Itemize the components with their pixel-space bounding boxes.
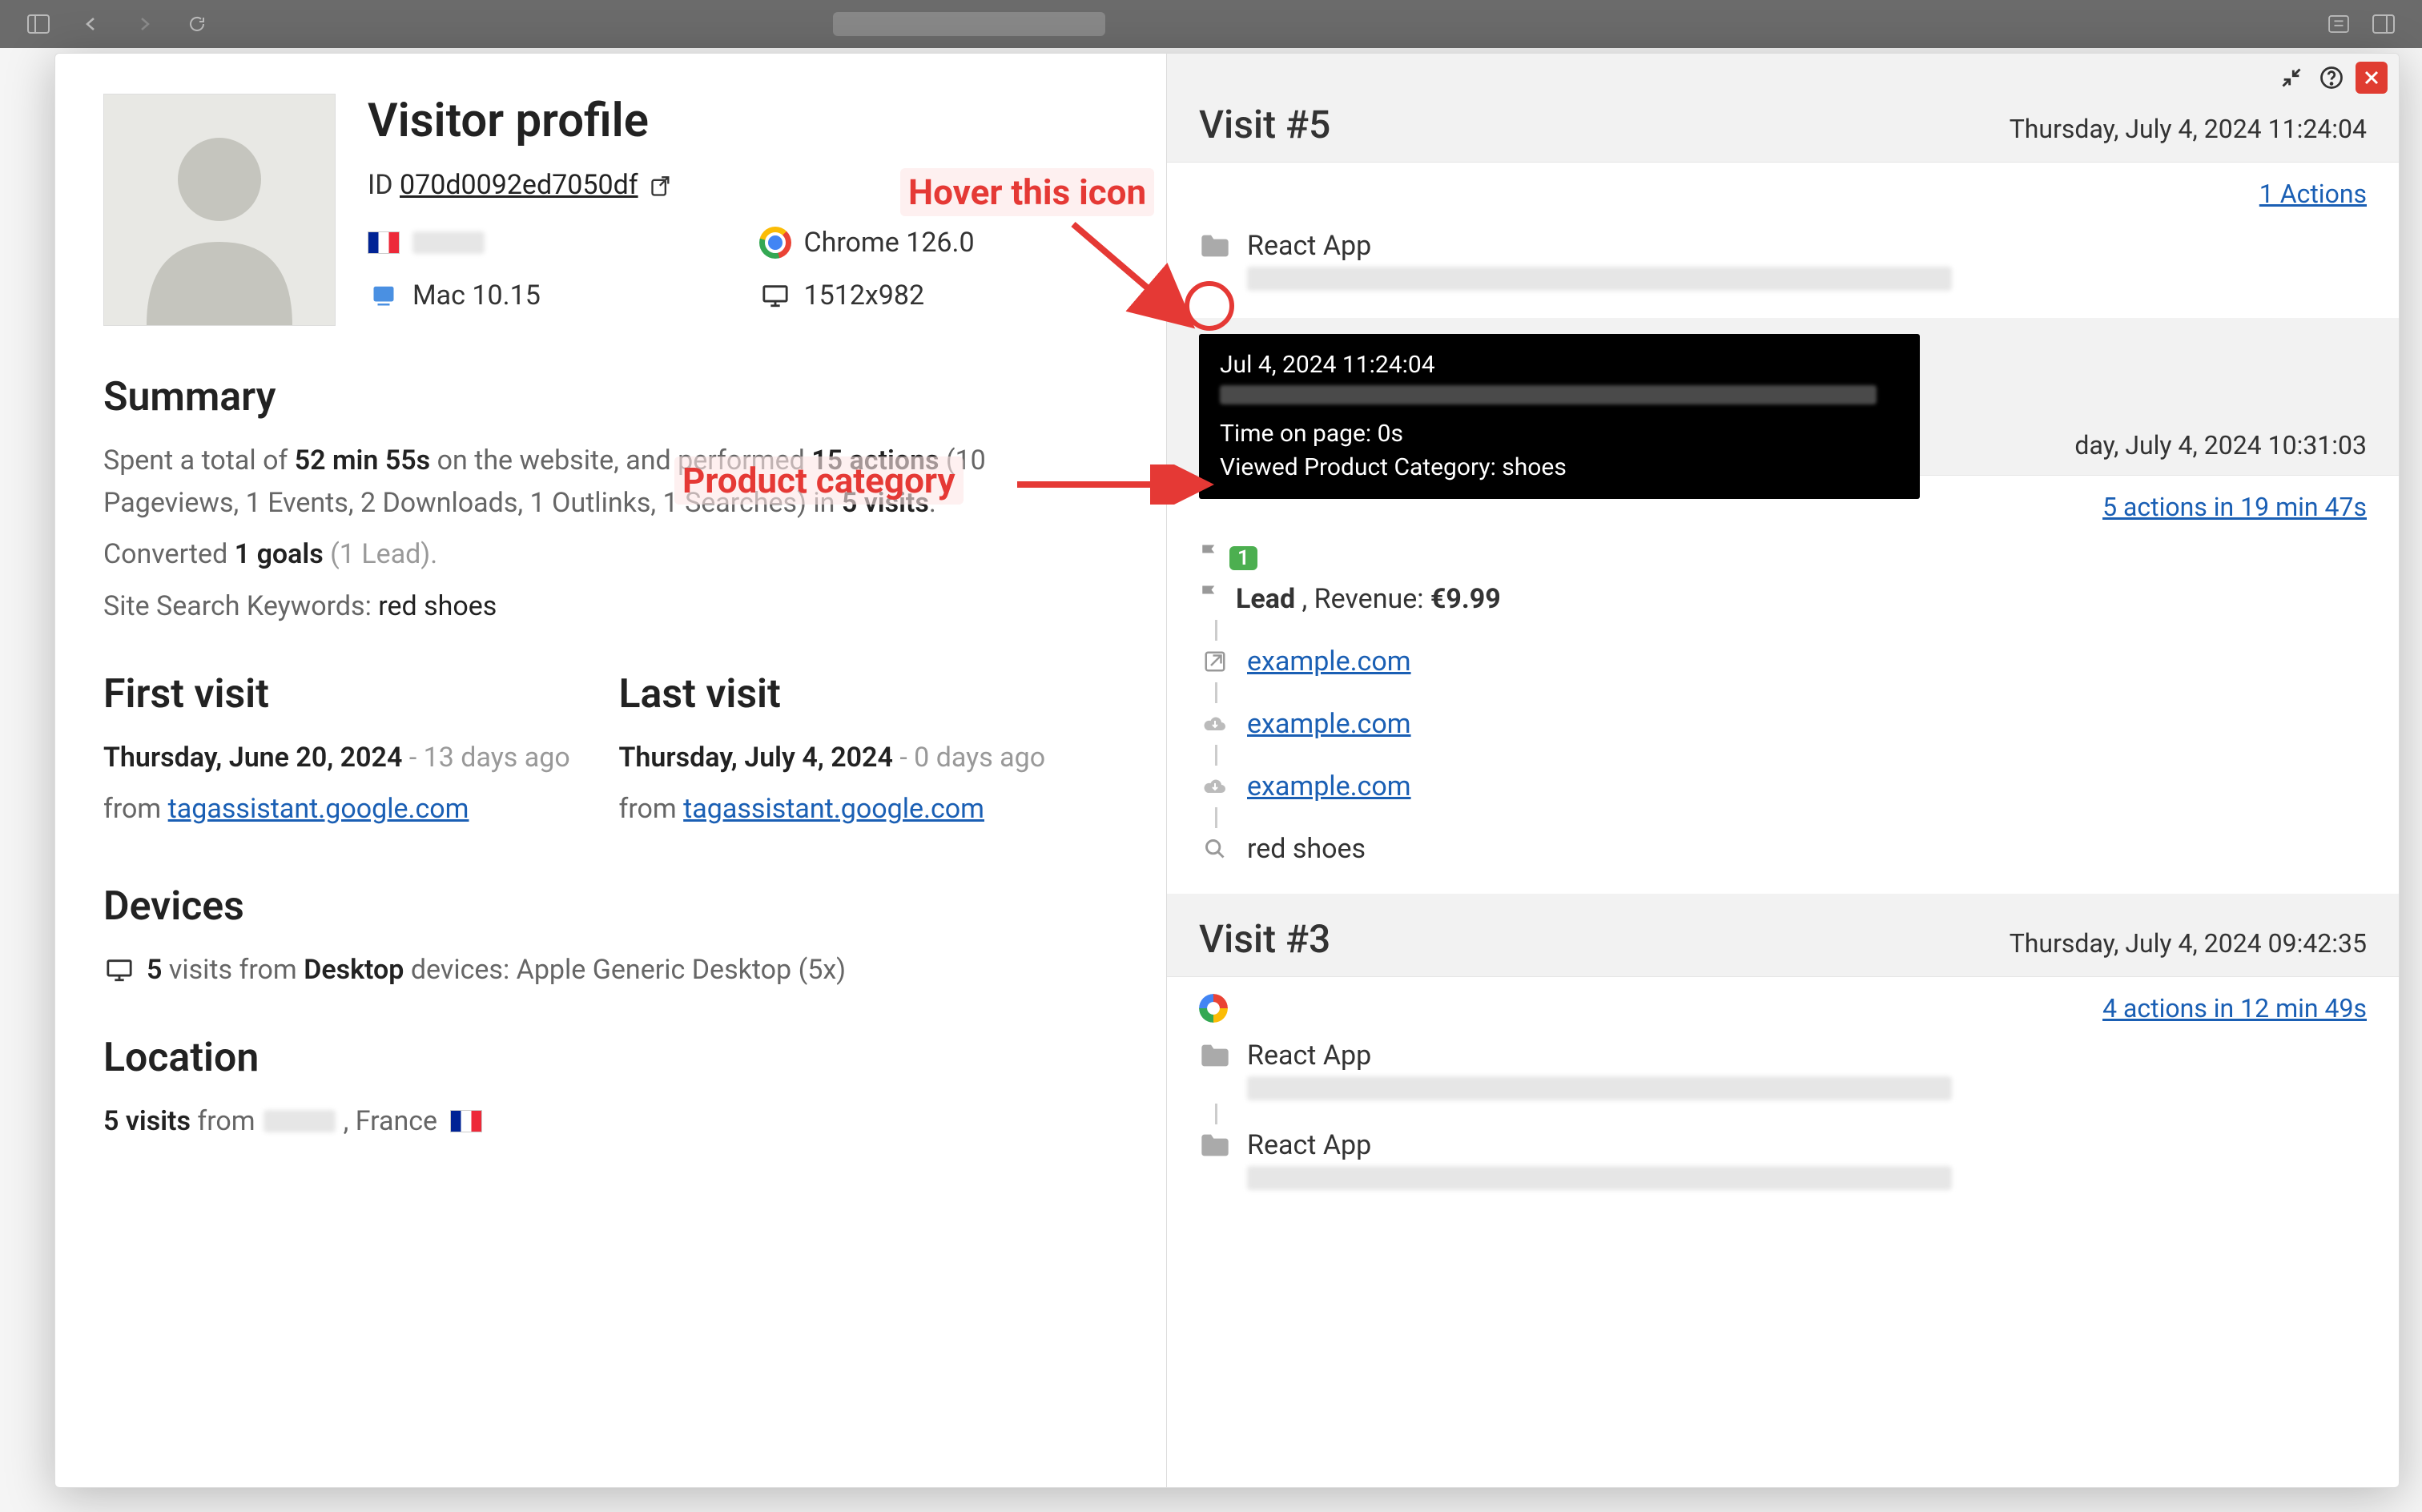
page-title: Visitor profile — [368, 94, 1118, 148]
annotation-arrow-2 — [1009, 464, 1217, 505]
google-icon — [1199, 994, 1228, 1023]
collapse-icon[interactable] — [2275, 62, 2307, 94]
download-link-2[interactable]: example.com — [1247, 770, 1411, 802]
share-icon[interactable] — [2324, 10, 2353, 38]
page-name: React App — [1247, 1129, 1371, 1161]
download-icon — [1199, 708, 1231, 740]
os-label: Mac 10.15 — [412, 279, 541, 312]
action-pageview: React App — [1199, 225, 2367, 267]
visitor-profile-modal: Visitor profile ID 070d0092ed7050df — [54, 53, 2400, 1488]
page-name: React App — [1247, 1040, 1371, 1072]
monitor-icon — [759, 279, 791, 312]
os-meta: Mac 10.15 — [368, 279, 727, 312]
id-label: ID — [368, 169, 393, 201]
goal-count-badge: 1 — [1229, 546, 1257, 570]
visit-3-time: Thursday, July 4, 2024 09:42:35 — [2010, 928, 2367, 959]
annotation-hover: Hover this icon — [900, 168, 1154, 216]
tooltip: Jul 4, 2024 11:24:04 Time on page: 0s Vi… — [1199, 334, 1920, 499]
flag-france-icon — [450, 1110, 482, 1132]
avatar — [103, 94, 336, 326]
flag-goal-icon — [1199, 543, 1220, 573]
mac-icon — [368, 279, 400, 312]
visit-5-actions-link[interactable]: 1 Actions — [2259, 179, 2367, 209]
last-visit-date: Thursday, July 4, 2024 - 0 days ago — [619, 737, 1119, 779]
visitor-id-link[interactable]: 070d0092ed7050df — [400, 169, 638, 201]
back-icon[interactable] — [77, 10, 106, 38]
forward-icon[interactable] — [130, 10, 159, 38]
browser-label: Chrome 126.0 — [804, 227, 975, 259]
visit-5-title: Visit #5 — [1199, 102, 1330, 147]
visit-5-time: Thursday, July 4, 2024 11:24:04 — [2010, 114, 2367, 144]
lead-row: Lead , Revenue: €9.99 — [1199, 578, 2367, 620]
chrome-icon — [759, 227, 791, 259]
browser-toolbar — [0, 0, 2422, 48]
tooltip-product-category: Viewed Product Category: shoes — [1220, 451, 1899, 485]
tooltip-timestamp: Jul 4, 2024 11:24:04 — [1220, 348, 1899, 382]
location-heading: Location — [103, 1035, 1118, 1081]
sidebar-toggle-icon[interactable] — [24, 10, 53, 38]
visit-4-actions-link[interactable]: 5 actions in 19 min 47s — [2102, 492, 2367, 522]
visit-3-header: Visit #3 Thursday, July 4, 2024 09:42:35 — [1167, 894, 2399, 977]
annotation-arrow-1 — [1057, 208, 1217, 344]
summary-text: Spent a total of 52 min 55s on the websi… — [103, 440, 1118, 524]
page-name: React App — [1247, 230, 1371, 262]
last-visit-heading: Last visit — [619, 671, 1119, 718]
summary-goals: Converted 1 goals (1 Lead). — [103, 533, 1118, 576]
country-meta — [368, 227, 727, 259]
tooltip-time-on-page: Time on page: 0s — [1220, 417, 1899, 451]
resolution-label: 1512x982 — [804, 279, 925, 312]
first-visit-heading: First visit — [103, 671, 603, 718]
download-row: example.com — [1199, 703, 2367, 745]
download-row-2: example.com — [1199, 766, 2367, 807]
last-visit-referrer-link[interactable]: tagassistant.google.com — [683, 793, 984, 825]
search-term: red shoes — [1247, 833, 1366, 865]
annotation-category: Product category — [674, 456, 964, 505]
summary-heading: Summary — [103, 374, 1118, 420]
monitor-icon — [103, 954, 135, 986]
outlink-icon — [1199, 645, 1231, 678]
action-pageview-2: React App — [1199, 1124, 2367, 1166]
action-pageview: React App — [1199, 1035, 2367, 1076]
devices-text: 5 visits from Desktop devices: Apple Gen… — [103, 949, 1118, 991]
folder-icon — [1199, 1129, 1231, 1161]
search-icon — [1199, 833, 1231, 865]
goal-row: 1 — [1199, 538, 2367, 578]
outlink-row: example.com — [1199, 641, 2367, 682]
close-icon[interactable] — [2356, 62, 2388, 94]
export-icon[interactable] — [645, 171, 677, 203]
visit-4-time: day, July 4, 2024 10:31:03 — [2074, 430, 2367, 460]
devices-heading: Devices — [103, 883, 1118, 930]
outlink-link[interactable]: example.com — [1247, 645, 1411, 678]
first-visit-date: Thursday, June 20, 2024 - 13 days ago — [103, 737, 603, 779]
location-text: 5 visits from , France — [103, 1100, 1118, 1143]
first-visit-referrer: from tagassistant.google.com — [103, 788, 603, 830]
visit-5-header: Visit #5 Thursday, July 4, 2024 11:24:04 — [1167, 54, 2399, 163]
summary-keywords: Site Search Keywords: red shoes — [103, 585, 1118, 628]
last-visit-referrer: from tagassistant.google.com — [619, 788, 1119, 830]
folder-icon — [1199, 1040, 1231, 1072]
download-link[interactable]: example.com — [1247, 708, 1411, 740]
help-icon[interactable] — [2315, 62, 2348, 94]
flag-icon — [1199, 584, 1220, 614]
url-bar[interactable] — [833, 12, 1105, 36]
visit-3-actions-link[interactable]: 4 actions in 12 min 49s — [2102, 993, 2367, 1023]
search-row: red shoes — [1199, 828, 2367, 870]
download-icon — [1199, 770, 1231, 802]
first-visit-referrer-link[interactable]: tagassistant.google.com — [168, 793, 469, 825]
visit-3-title: Visit #3 — [1199, 916, 1330, 962]
tabs-icon[interactable] — [2369, 10, 2398, 38]
reload-icon[interactable] — [183, 10, 211, 38]
flag-france-icon — [368, 231, 400, 254]
